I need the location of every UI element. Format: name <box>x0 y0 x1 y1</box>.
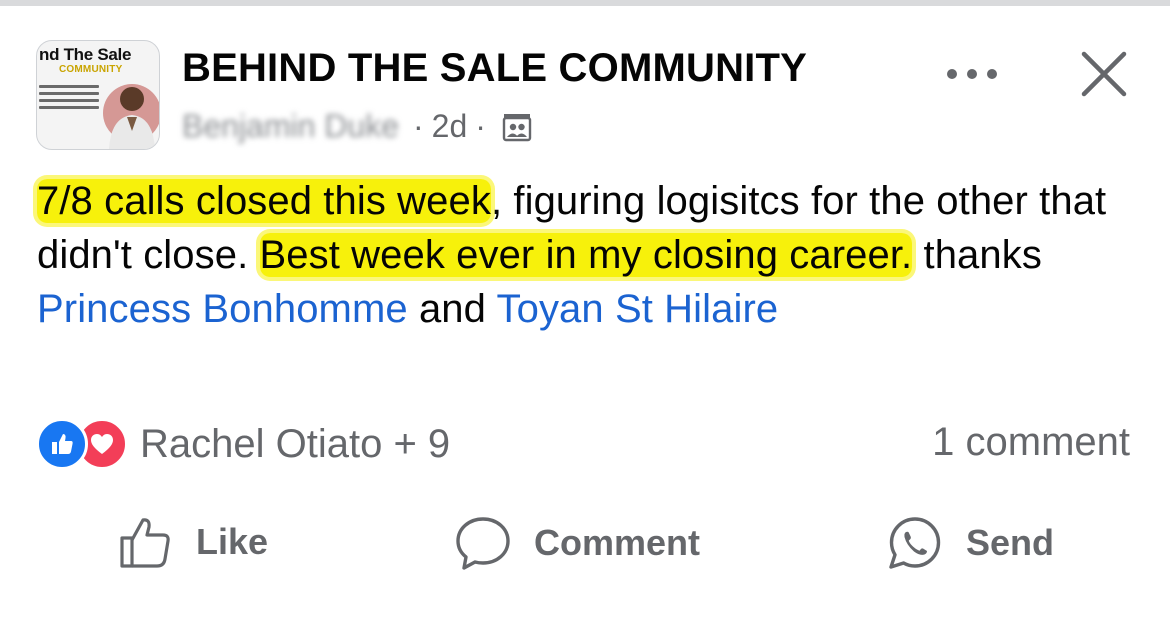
reactions-summary[interactable]: Rachel Otiato + 9 <box>36 418 450 470</box>
avatar-brand-title: nd The Sale <box>39 45 132 64</box>
meta-separator: · <box>413 108 424 144</box>
send-label: Send <box>966 522 1055 563</box>
comment-bubble-icon <box>456 517 510 570</box>
highlighted-text: 7/8 calls closed this week <box>37 179 491 223</box>
comment-count[interactable]: 1 comment <box>932 420 1130 465</box>
like-button[interactable]: Like <box>118 514 268 570</box>
top-divider <box>0 0 1170 6</box>
like-reaction-icon <box>36 418 88 470</box>
mention-link[interactable]: Toyan St Hilaire <box>497 287 779 331</box>
post-time[interactable]: 2d <box>432 108 468 145</box>
author-name[interactable]: Benjamin Duke <box>182 108 399 145</box>
comment-label: Comment <box>534 522 701 563</box>
group-audience-icon <box>502 113 532 141</box>
like-label: Like <box>196 521 269 562</box>
post-text: 7/8 calls closed this week, figuring log… <box>37 174 1147 336</box>
more-dots-icon[interactable] <box>944 62 1000 86</box>
close-icon[interactable] <box>1078 48 1130 100</box>
thumbs-up-icon <box>120 518 170 568</box>
highlighted-text: Best week ever in my closing career. <box>259 233 913 277</box>
whatsapp-icon <box>889 517 941 569</box>
avatar-text-lines <box>39 81 99 113</box>
meta-separator: · <box>475 108 486 144</box>
send-button[interactable]: Send <box>886 514 1054 572</box>
post-text-segment: and <box>407 287 497 331</box>
reactors-text: Rachel Otiato + 9 <box>140 421 451 466</box>
avatar-brand-subtitle: COMMUNITY <box>59 64 123 75</box>
group-name[interactable]: BEHIND THE SALE COMMUNITY <box>182 46 807 91</box>
comment-button[interactable]: Comment <box>454 514 700 572</box>
post-text-segment: thanks <box>912 233 1042 277</box>
avatar-person-image <box>103 84 159 149</box>
post-meta: Benjamin Duke · 2d · <box>182 108 532 145</box>
group-avatar[interactable]: nd The Sale COMMUNITY <box>36 40 160 150</box>
mention-link[interactable]: Princess Bonhomme <box>37 287 408 331</box>
